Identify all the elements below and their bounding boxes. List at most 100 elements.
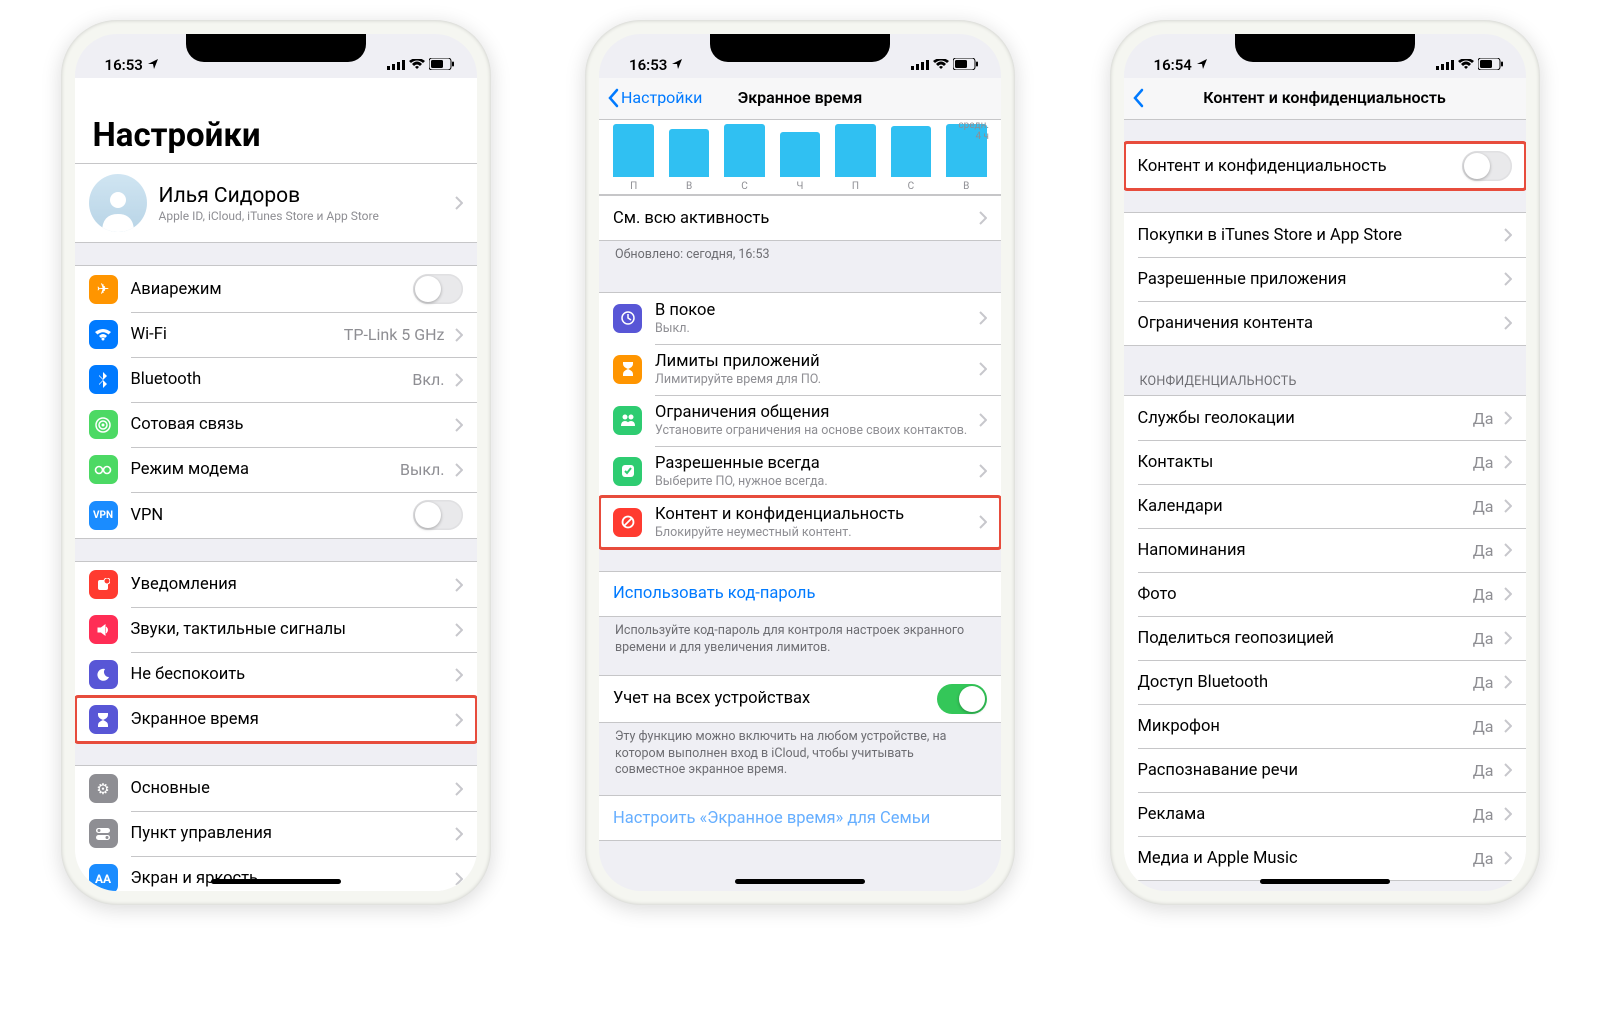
nav-title: Контент и конфиденциальность	[1134, 88, 1516, 107]
cell-sublabel: Выберите ПО, нужное всегда.	[655, 474, 975, 489]
cell-label: Контент и конфиденциальность	[655, 505, 975, 524]
cell-label: Медиа и Apple Music	[1138, 849, 1473, 868]
content-2[interactable]: ПВСЧПСВ средн. 4 ч См. всю активность Об…	[599, 120, 1001, 891]
cell-sublabel: Установите ограничения на основе своих к…	[655, 423, 975, 438]
cell-sounds[interactable]: Звуки, тактильные сигналы	[75, 607, 477, 652]
cell-dnd[interactable]: Не беспокоить	[75, 652, 477, 697]
phone-frame-1: 16:53 Настройки Илья Сидоров	[61, 20, 491, 905]
chevron-right-icon	[1504, 587, 1512, 601]
list-item[interactable]: Ограничения контента	[1124, 301, 1526, 345]
cell-control-center[interactable]: Пункт управления	[75, 811, 477, 856]
cell-detail: TP-Link 5 GHz	[344, 325, 445, 344]
cell-downtime[interactable]: В покое Выкл.	[599, 293, 1001, 344]
cell-label: VPN	[131, 506, 413, 525]
cell-vpn[interactable]: VPN VPN	[75, 492, 477, 538]
cell-share-across-devices[interactable]: Учет на всех устройствах	[599, 676, 1001, 722]
list-item[interactable]: Поделиться геопозициейДа	[1124, 616, 1526, 660]
list-item[interactable]: Распознавание речиДа	[1124, 748, 1526, 792]
vpn-toggle[interactable]	[413, 500, 463, 530]
list-item[interactable]: Покупки в iTunes Store и App Store	[1124, 213, 1526, 257]
cell-detail: Да	[1473, 453, 1494, 472]
list-item[interactable]: ФотоДа	[1124, 572, 1526, 616]
cell-content-privacy-toggle[interactable]: Контент и конфиденциальность	[1124, 143, 1526, 189]
cell-always-allowed[interactable]: Разрешенные всегда Выберите ПО, нужное в…	[599, 446, 1001, 497]
chart-bar-col: Ч	[775, 132, 824, 192]
chart-bar	[835, 124, 876, 177]
chevron-right-icon	[1504, 851, 1512, 865]
chart-bar	[724, 124, 765, 177]
nav-back-button[interactable]: Настройки	[607, 88, 702, 108]
cell-content-privacy[interactable]: Контент и конфиденциальность Блокируйте …	[599, 497, 1001, 548]
chevron-right-icon	[1504, 543, 1512, 557]
home-indicator[interactable]	[211, 879, 341, 884]
bluetooth-icon	[89, 365, 118, 394]
people-icon	[613, 406, 642, 435]
cell-screentime[interactable]: Экранное время	[75, 697, 477, 742]
list-item[interactable]: Разрешенные приложения	[1124, 257, 1526, 301]
cell-detail: Да	[1473, 761, 1494, 780]
page-title: Настройки	[75, 78, 477, 163]
chevron-right-icon	[1504, 763, 1512, 777]
cell-label: Экранное время	[131, 710, 451, 729]
cell-wifi[interactable]: Wi-Fi TP-Link 5 GHz	[75, 312, 477, 357]
cell-detail: Да	[1473, 673, 1494, 692]
chart-bar-label: С	[908, 181, 915, 192]
chevron-right-icon	[455, 872, 463, 886]
chevron-right-icon	[1504, 455, 1512, 469]
cell-hotspot[interactable]: Режим модема Выкл.	[75, 447, 477, 492]
cell-bluetooth[interactable]: Bluetooth Вкл.	[75, 357, 477, 402]
list-item[interactable]: НапоминанияДа	[1124, 528, 1526, 572]
cell-general[interactable]: ⚙︎ Основные	[75, 766, 477, 811]
cell-detail: Да	[1473, 497, 1494, 516]
antenna-icon	[89, 410, 118, 439]
cell-detail: Да	[1473, 409, 1494, 428]
cell-display[interactable]: AA Экран и яркость	[75, 856, 477, 891]
content-1[interactable]: Настройки Илья Сидоров Apple ID, iCloud,…	[75, 78, 477, 891]
list-item[interactable]: Доступ BluetoothДа	[1124, 660, 1526, 704]
cell-label: Реклама	[1138, 805, 1473, 824]
home-indicator[interactable]	[1260, 879, 1390, 884]
cell-label: Фото	[1138, 585, 1473, 604]
chart-bar-label: Ч	[797, 181, 804, 192]
chevron-right-icon	[455, 373, 463, 387]
cell-detail: Да	[1473, 717, 1494, 736]
chart-bar	[669, 129, 710, 177]
cell-cellular[interactable]: Сотовая связь	[75, 402, 477, 447]
list-item[interactable]: КалендариДа	[1124, 484, 1526, 528]
battery-icon	[429, 56, 455, 74]
home-indicator[interactable]	[735, 879, 865, 884]
phone-frame-3: 16:54 Контент и конфиденциальность Конте…	[1110, 20, 1540, 905]
cell-airplane[interactable]: ✈︎ Авиарежим	[75, 266, 477, 312]
content-privacy-toggle[interactable]	[1462, 151, 1512, 181]
content-3[interactable]: Контент и конфиденциальность Покупки в i…	[1124, 120, 1526, 891]
cell-notifications[interactable]: Уведомления	[75, 562, 477, 607]
chevron-right-icon	[1504, 675, 1512, 689]
cell-label: Распознавание речи	[1138, 761, 1473, 780]
share-devices-toggle[interactable]	[937, 684, 987, 714]
cell-label: Доступ Bluetooth	[1138, 673, 1473, 692]
phone-screen-3: 16:54 Контент и конфиденциальность Конте…	[1124, 34, 1526, 891]
list-item[interactable]: Медиа и Apple MusicДа	[1124, 836, 1526, 880]
cell-app-limits[interactable]: Лимиты приложений Лимитируйте время для …	[599, 344, 1001, 395]
nav-back-button[interactable]	[1132, 88, 1144, 108]
cell-communication-limits[interactable]: Ограничения общения Установите ограничен…	[599, 395, 1001, 446]
list-item[interactable]: Службы геолокацииДа	[1124, 396, 1526, 440]
list-item[interactable]: КонтактыДа	[1124, 440, 1526, 484]
usage-chart[interactable]: ПВСЧПСВ средн. 4 ч	[599, 120, 1001, 195]
cell-label: Настроить «Экранное время» для Семьи	[613, 809, 987, 828]
cell-setup-family[interactable]: Настроить «Экранное время» для Семьи	[599, 796, 1001, 840]
cell-label: Разрешенные приложения	[1138, 270, 1500, 289]
app-limits-icon	[613, 355, 642, 384]
list-item[interactable]: РекламаДа	[1124, 792, 1526, 836]
chevron-right-icon	[979, 413, 987, 427]
cell-label: Службы геолокации	[1138, 409, 1473, 428]
list-item[interactable]: МикрофонДа	[1124, 704, 1526, 748]
cell-see-all-activity[interactable]: См. всю активность	[599, 196, 1001, 240]
chevron-right-icon	[1504, 807, 1512, 821]
airplane-toggle[interactable]	[413, 274, 463, 304]
profile-cell[interactable]: Илья Сидоров Apple ID, iCloud, iTunes St…	[75, 164, 477, 242]
location-arrow-icon	[1196, 56, 1208, 74]
cell-use-passcode[interactable]: Использовать код-пароль	[599, 572, 1001, 616]
chevron-right-icon	[1504, 316, 1512, 330]
chevron-right-icon	[455, 328, 463, 342]
